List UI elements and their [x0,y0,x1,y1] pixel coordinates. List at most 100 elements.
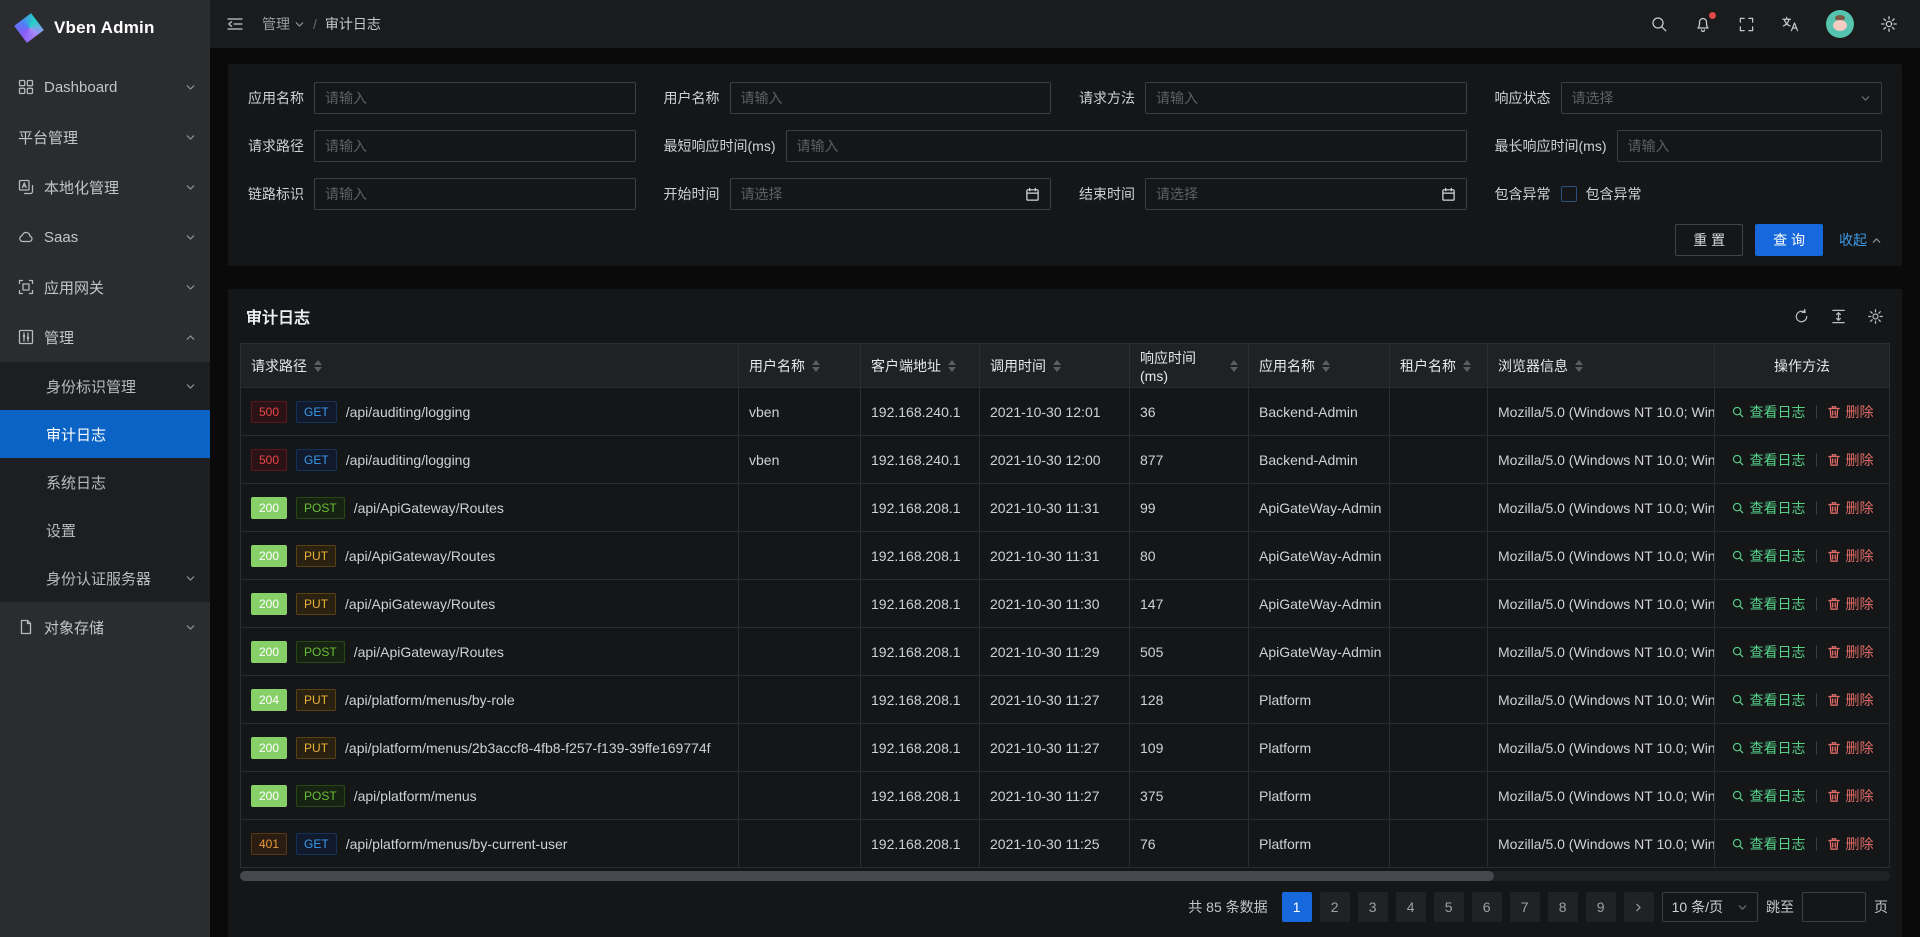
sort-icon[interactable] [1575,360,1583,372]
sort-icon[interactable] [314,360,322,372]
view-log-button[interactable]: 查看日志 [1731,594,1806,614]
sort-icon[interactable] [1322,360,1330,372]
breadcrumb-item-manage[interactable]: 管理 [262,14,305,34]
table-row[interactable]: 200POST/api/ApiGateway/Routes192.168.208… [241,484,1890,532]
translate-icon[interactable] [1781,15,1800,34]
scrollbar-thumb[interactable] [240,871,1494,881]
sidebar-item-manage[interactable]: 管理 [0,312,210,362]
filter-input[interactable] [314,178,636,210]
page-button-4[interactable]: 4 [1396,892,1426,922]
date-picker[interactable]: 请选择 [730,178,1052,210]
page-button-2[interactable]: 2 [1320,892,1350,922]
sidebar-item-saas[interactable]: Saas [0,212,210,262]
delete-button[interactable]: 删除 [1827,450,1874,470]
menu-fold-icon[interactable] [226,15,244,33]
table-row[interactable]: 500GET/api/auditing/loggingvben192.168.2… [241,388,1890,436]
sort-icon[interactable] [948,360,956,372]
delete-button[interactable]: 删除 [1827,498,1874,518]
sidebar-item-label: 应用网关 [44,277,104,298]
delete-button[interactable]: 删除 [1827,690,1874,710]
column-header[interactable]: 租户名称 [1390,344,1488,388]
avatar[interactable] [1826,10,1854,38]
sidebar-item-auth-server[interactable]: 身份认证服务器 [0,554,210,602]
table-row[interactable]: 200PUT/api/platform/menus/2b3accf8-4fb8-… [241,724,1890,772]
table-row[interactable]: 200PUT/api/ApiGateway/Routes192.168.208.… [241,532,1890,580]
filter-input[interactable] [786,130,1467,162]
logo[interactable]: Vben Admin [0,0,210,56]
view-log-button[interactable]: 查看日志 [1731,834,1806,854]
filter-input[interactable] [314,130,636,162]
view-log-button[interactable]: 查看日志 [1731,546,1806,566]
delete-icon [1827,501,1841,515]
sidebar-item-audit-log[interactable]: 审计日志 [0,410,210,458]
collapse-link[interactable]: 收起 [1839,230,1882,250]
delete-button[interactable]: 删除 [1827,594,1874,614]
sidebar-item-platform-manage[interactable]: 平台管理 [0,112,210,162]
delete-button[interactable]: 删除 [1827,546,1874,566]
delete-button[interactable]: 删除 [1827,738,1874,758]
table-row[interactable]: 500GET/api/auditing/loggingvben192.168.2… [241,436,1890,484]
column-header[interactable]: 用户名称 [739,344,861,388]
next-page-button[interactable] [1624,892,1654,922]
view-log-button[interactable]: 查看日志 [1731,690,1806,710]
settings-gear-icon[interactable] [1880,15,1898,33]
view-log-button[interactable]: 查看日志 [1731,738,1806,758]
page-button-7[interactable]: 7 [1510,892,1540,922]
delete-button[interactable]: 删除 [1827,402,1874,422]
search-button[interactable]: 查 询 [1755,224,1823,256]
page-button-1[interactable]: 1 [1282,892,1312,922]
delete-button[interactable]: 删除 [1827,642,1874,662]
sort-icon[interactable] [812,360,820,372]
column-header[interactable]: 操作方法 [1715,344,1890,388]
horizontal-scrollbar[interactable] [240,871,1890,881]
jump-page-input[interactable] [1802,892,1866,922]
filter-input[interactable] [314,82,636,114]
filter-select[interactable]: 请选择 [1561,82,1883,114]
search-icon[interactable] [1650,15,1668,33]
column-header[interactable]: 响应时间(ms) [1130,344,1249,388]
sidebar-item-settings[interactable]: 设置 [0,506,210,554]
page-size-select[interactable]: 10 条/页 [1662,892,1758,922]
sidebar-item-dashboard[interactable]: Dashboard [0,62,210,112]
page-button-6[interactable]: 6 [1472,892,1502,922]
page-button-9[interactable]: 9 [1586,892,1616,922]
include-exception-checkbox[interactable] [1561,186,1577,202]
fullscreen-icon[interactable] [1738,16,1755,33]
column-header[interactable]: 请求路径 [241,344,739,388]
page-button-5[interactable]: 5 [1434,892,1464,922]
column-header[interactable]: 客户端地址 [861,344,980,388]
page-content: 应用名称用户名称请求方法响应状态请选择请求路径最短响应时间(ms)最长响应时间(… [210,48,1920,937]
table-row[interactable]: 200POST/api/ApiGateway/Routes192.168.208… [241,628,1890,676]
view-log-button[interactable]: 查看日志 [1731,498,1806,518]
sort-icon[interactable] [1463,360,1471,372]
sidebar-item-app-gateway[interactable]: 应用网关 [0,262,210,312]
table-row[interactable]: 401GET/api/platform/menus/by-current-use… [241,820,1890,868]
sidebar-item-system-log[interactable]: 系统日志 [0,458,210,506]
sort-icon[interactable] [1230,360,1238,372]
sidebar-item-object-storage[interactable]: 对象存储 [0,602,210,652]
column-header[interactable]: 调用时间 [980,344,1130,388]
filter-input[interactable] [730,82,1052,114]
table-row[interactable]: 200POST/api/platform/menus192.168.208.12… [241,772,1890,820]
delete-button[interactable]: 删除 [1827,786,1874,806]
filter-input[interactable] [1617,130,1883,162]
view-log-button[interactable]: 查看日志 [1731,642,1806,662]
table-row[interactable]: 204PUT/api/platform/menus/by-role192.168… [241,676,1890,724]
bell-icon[interactable] [1694,15,1712,33]
table-row[interactable]: 200PUT/api/ApiGateway/Routes192.168.208.… [241,580,1890,628]
sidebar-item-identity-manage[interactable]: 身份标识管理 [0,362,210,410]
view-log-button[interactable]: 查看日志 [1731,450,1806,470]
sort-icon[interactable] [1053,360,1061,372]
view-log-button[interactable]: 查看日志 [1731,786,1806,806]
column-header[interactable]: 浏览器信息 [1488,344,1715,388]
sidebar-item-localization-manage[interactable]: 本地化管理 [0,162,210,212]
delete-button[interactable]: 删除 [1827,834,1874,854]
reset-button[interactable]: 重 置 [1675,224,1743,256]
date-picker[interactable]: 请选择 [1145,178,1467,210]
column-header[interactable]: 应用名称 [1249,344,1390,388]
status-badge: 500 [251,449,287,471]
view-log-button[interactable]: 查看日志 [1731,402,1806,422]
page-button-3[interactable]: 3 [1358,892,1388,922]
filter-input[interactable] [1145,82,1467,114]
page-button-8[interactable]: 8 [1548,892,1578,922]
